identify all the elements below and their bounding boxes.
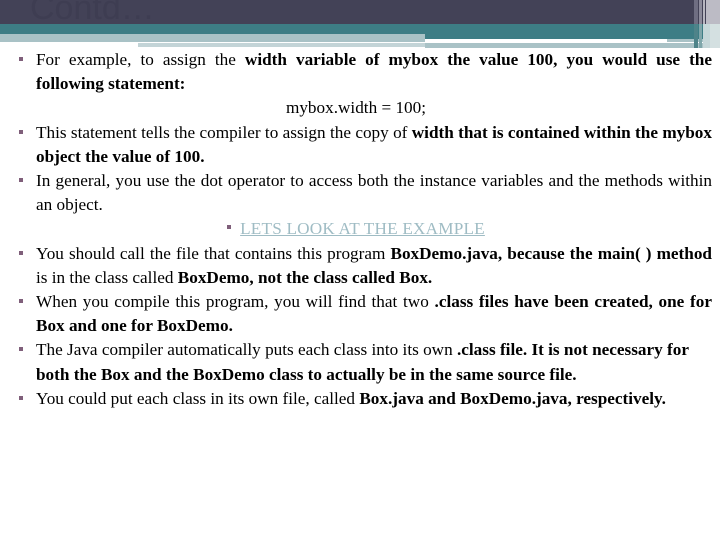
bullet-marker-icon — [19, 347, 23, 352]
bullet-text-plain: This statement tells the compiler to ass… — [36, 122, 412, 142]
bullet-for-example: For example, to assign the width variabl… — [0, 48, 720, 96]
bullet-text-plain: For example, to assign the — [36, 50, 245, 69]
bullet-text-plain: The Java compiler automatically puts eac… — [36, 340, 457, 360]
decor-stripe-lower-2 — [699, 24, 702, 48]
slide-body: For example, to assign the width variabl… — [0, 48, 720, 411]
code-sample-line: mybox.width = 100; — [0, 96, 720, 120]
header-pale-block-center — [138, 43, 425, 47]
bullet-you-should-call: You should call the file that contains t… — [0, 242, 720, 290]
bullet-marker-icon — [227, 225, 232, 230]
presentation-slide: Contd… For example, to assign the width … — [0, 0, 720, 540]
bullet-marker-icon — [19, 299, 23, 304]
code-sample-text: mybox.width = 100; — [285, 98, 427, 118]
header-teal-block-right — [425, 24, 720, 39]
bullet-text-plain: In general, you use the dot operator to … — [36, 171, 712, 215]
bullet-text-plain: When you compile this program, you will … — [36, 292, 435, 312]
sub-bullet: LETS LOOK AT THE EXAMPLE — [0, 217, 712, 241]
bullet-text-bold-2: BoxDemo, not the class called Box. — [177, 267, 433, 287]
bullet-text-plain: You should call the file that contains t… — [36, 243, 391, 263]
bullet-in-general: In general, you use the dot operator to … — [0, 169, 720, 217]
bullet-marker-icon — [19, 57, 23, 61]
bullet-text-bold: BoxDemo.java, because the main( ) method — [390, 243, 712, 263]
bullet-marker-icon — [19, 395, 23, 400]
bullet-this-statement: This statement tells the compiler to ass… — [0, 121, 720, 169]
bullet-text-plain: You could put each class in its own file… — [36, 388, 360, 408]
bullet-text-bold-2: respectively. — [571, 388, 666, 408]
bullet-java-compiler: The Java compiler automatically puts eac… — [0, 338, 720, 386]
bullet-text-plain-2: is in the class called — [36, 267, 178, 287]
bullet-marker-icon — [19, 129, 23, 134]
bullet-marker-icon — [19, 178, 23, 183]
bullet-marker-icon — [19, 250, 23, 255]
slide-title: Contd… — [30, 0, 155, 27]
decor-stripe-lower-1 — [694, 24, 698, 48]
example-hyperlink[interactable]: LETS LOOK AT THE EXAMPLE — [240, 219, 485, 238]
bullet-when-you-compile: When you compile this program, you will … — [0, 290, 720, 338]
bullet-list: For example, to assign the width variabl… — [0, 48, 720, 411]
bullet-text-bold: Box.java and BoxDemo.java, — [359, 388, 572, 408]
decor-stripe-lower-4 — [710, 24, 720, 48]
bullet-you-could-put: You could put each class in its own file… — [0, 387, 720, 411]
example-link-row: LETS LOOK AT THE EXAMPLE — [0, 217, 720, 241]
